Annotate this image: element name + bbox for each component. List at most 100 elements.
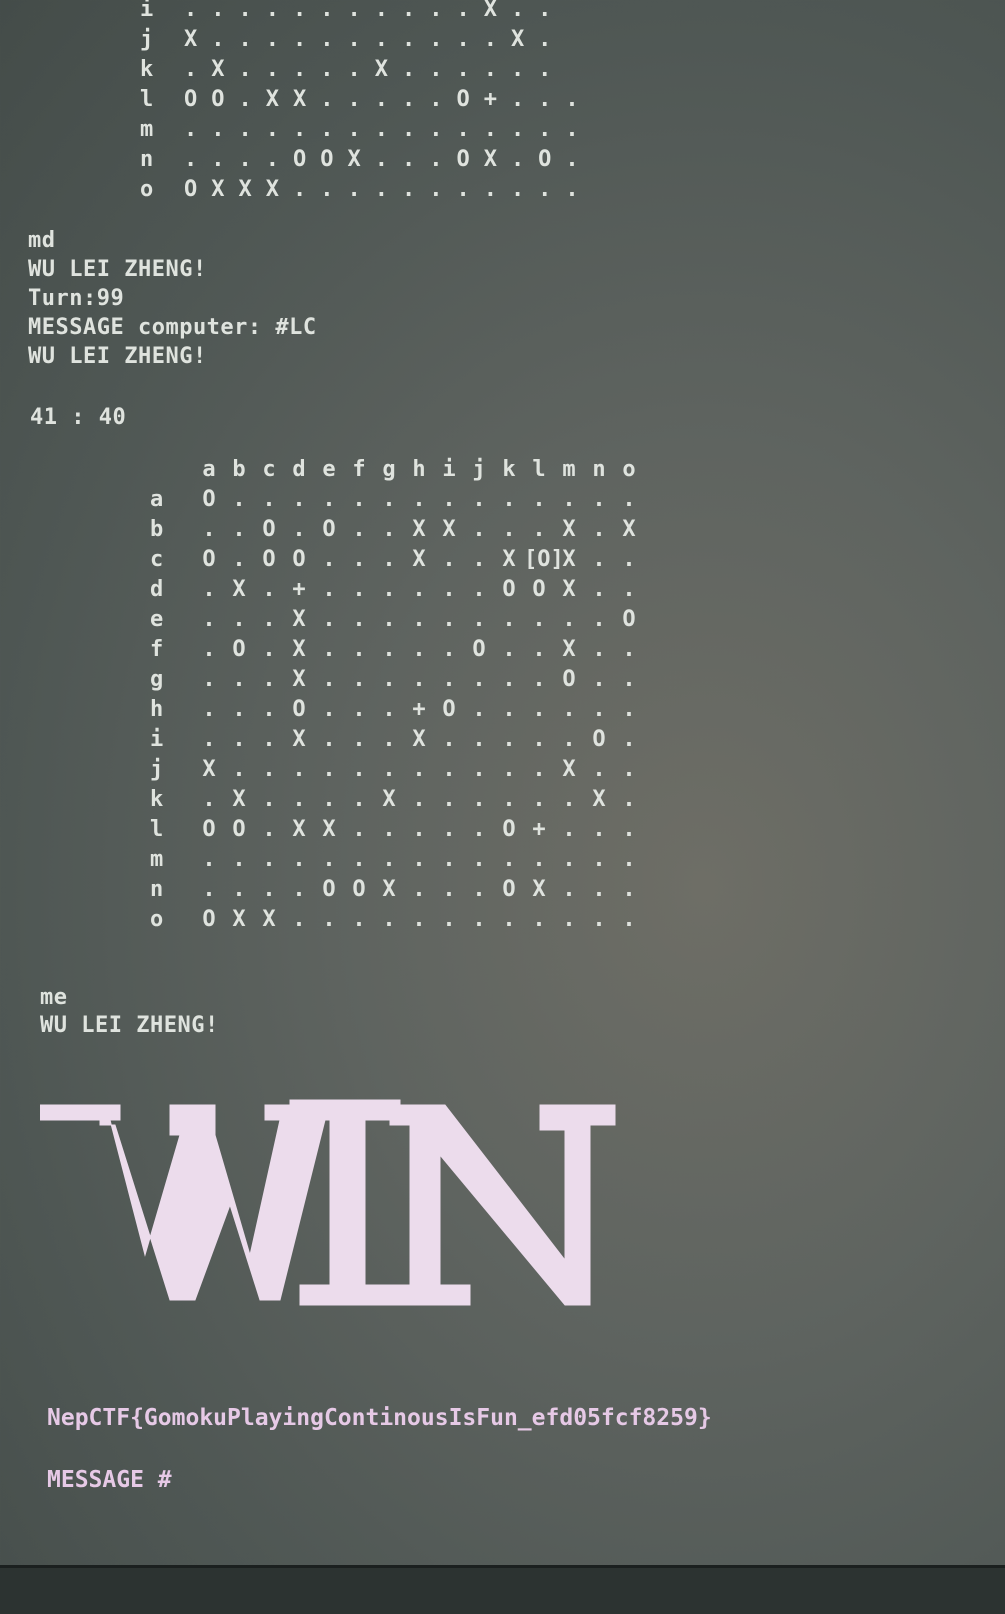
board-cell: X bbox=[412, 727, 426, 752]
board-cell: . bbox=[202, 787, 216, 812]
board-cell: . bbox=[472, 817, 486, 842]
board-cell: O bbox=[202, 817, 216, 842]
board-cell: . bbox=[352, 847, 366, 872]
board-cell: . bbox=[412, 667, 426, 692]
board-cell: . bbox=[202, 607, 216, 632]
board-row: j X........... X.. bbox=[150, 755, 644, 785]
board-cell: . bbox=[322, 757, 336, 782]
log-line-shout-3: WU LEI ZHENG! bbox=[40, 1013, 219, 1038]
board-cell: . bbox=[562, 697, 576, 722]
row-label: d bbox=[150, 577, 164, 602]
board-cell: . bbox=[322, 547, 336, 572]
board-cell: . bbox=[352, 817, 366, 842]
row-label: o bbox=[150, 907, 164, 932]
column-label: o bbox=[622, 457, 636, 482]
board-cell: . bbox=[502, 517, 516, 542]
board-cell: . bbox=[262, 847, 276, 872]
board-row: oOXX............ bbox=[150, 905, 644, 935]
board-cell: O bbox=[202, 547, 216, 572]
board-cell: . bbox=[382, 817, 396, 842]
board-row: a O.............. bbox=[150, 485, 644, 515]
row-label: i bbox=[150, 727, 164, 752]
message-prompt[interactable]: MESSAGE # bbox=[47, 1467, 172, 1493]
row-label: k bbox=[140, 57, 154, 82]
board-cell: X bbox=[562, 637, 576, 662]
board-cell: . bbox=[472, 607, 486, 632]
board-cell: . bbox=[262, 487, 276, 512]
board-cell: X bbox=[262, 907, 276, 932]
board-cell: . bbox=[322, 577, 336, 602]
row-label: o bbox=[140, 177, 154, 202]
board-cell: O bbox=[472, 637, 486, 662]
board-cell: . bbox=[532, 757, 546, 782]
board-cell: O bbox=[622, 607, 636, 632]
row-label: e bbox=[150, 607, 164, 632]
board-cell: O bbox=[202, 487, 216, 512]
board-cell: . bbox=[382, 907, 396, 932]
board-cell: . bbox=[382, 607, 396, 632]
row-label: m bbox=[140, 117, 154, 142]
board-cell: X bbox=[292, 667, 306, 692]
board-cell: . bbox=[382, 757, 396, 782]
board-cell: . bbox=[592, 487, 606, 512]
board-cell: O bbox=[262, 547, 276, 572]
board-cell: . bbox=[322, 787, 336, 812]
board-cell: . bbox=[352, 757, 366, 782]
score: 41 : 40 bbox=[30, 405, 127, 430]
board-cell: [O] bbox=[524, 547, 564, 572]
board-cell: X bbox=[412, 547, 426, 572]
board-cell: . bbox=[322, 637, 336, 662]
board-cell: X bbox=[232, 577, 246, 602]
board-cell: . bbox=[232, 757, 246, 782]
board-cell: O bbox=[322, 877, 336, 902]
board-cell: . bbox=[352, 727, 366, 752]
board-cell: . bbox=[262, 727, 276, 752]
board-cell: . bbox=[382, 847, 396, 872]
board-cell: . bbox=[442, 817, 456, 842]
board-cell: X bbox=[202, 757, 216, 782]
board-cell: . bbox=[322, 727, 336, 752]
board-cell: . bbox=[382, 697, 396, 722]
board-cell: . bbox=[532, 487, 546, 512]
board-cell: . bbox=[442, 847, 456, 872]
board-cell: X bbox=[322, 817, 336, 842]
board-cell: . bbox=[562, 607, 576, 632]
board-cell: X bbox=[622, 517, 636, 542]
board-cell: . bbox=[322, 847, 336, 872]
board-cell: . bbox=[382, 667, 396, 692]
previous-board-cells: ....OOX...OX.O. bbox=[184, 147, 593, 172]
board-cell: . bbox=[232, 667, 246, 692]
board-cell: O bbox=[202, 907, 216, 932]
board-cell: . bbox=[262, 757, 276, 782]
row-label: g bbox=[150, 667, 164, 692]
board-cell: . bbox=[412, 817, 426, 842]
board-cell: . bbox=[232, 517, 246, 542]
board-cell: . bbox=[622, 727, 636, 752]
board-cell: O bbox=[442, 697, 456, 722]
board-cell: . bbox=[232, 727, 246, 752]
row-label: j bbox=[150, 757, 164, 782]
board-cell: . bbox=[442, 877, 456, 902]
board-cell: O bbox=[292, 547, 306, 572]
board-cell: . bbox=[472, 697, 486, 722]
board-cell: . bbox=[412, 907, 426, 932]
board-cell: . bbox=[622, 577, 636, 602]
board-cell: X bbox=[562, 577, 576, 602]
board-cell: O bbox=[562, 667, 576, 692]
board-cell: . bbox=[592, 667, 606, 692]
board-cell: . bbox=[262, 667, 276, 692]
board-cell: . bbox=[592, 847, 606, 872]
board-cell: . bbox=[532, 727, 546, 752]
board-cell: . bbox=[292, 877, 306, 902]
board-cell: . bbox=[532, 667, 546, 692]
column-label: d bbox=[292, 457, 306, 482]
column-label: j bbox=[472, 457, 486, 482]
board-cell: . bbox=[502, 907, 516, 932]
board-cell: . bbox=[382, 487, 396, 512]
board-cell: . bbox=[592, 547, 606, 572]
previous-board-cells: .X.....X...... bbox=[184, 57, 566, 82]
board-cell: . bbox=[412, 607, 426, 632]
board-cell: O bbox=[502, 577, 516, 602]
board-cell: . bbox=[352, 787, 366, 812]
board-cell: X bbox=[532, 877, 546, 902]
